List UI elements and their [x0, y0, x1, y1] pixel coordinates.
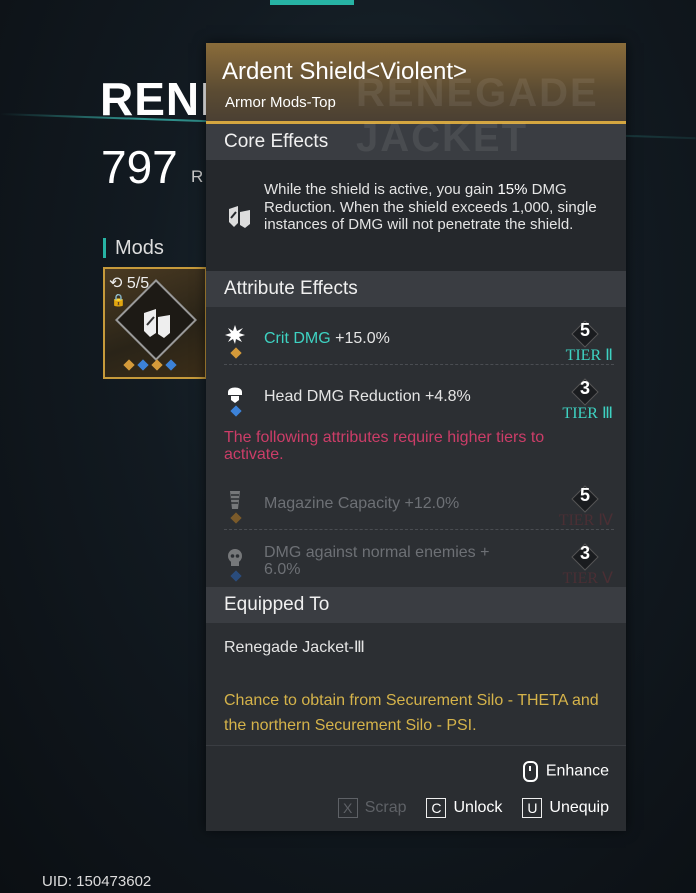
mouse-icon	[522, 761, 538, 782]
mods-section-label: Mods	[103, 238, 164, 258]
attribute-gem	[230, 347, 242, 359]
item-detail-panel: RENEGADE JACKET Ardent Shield<Violent> A…	[206, 43, 626, 831]
key-hint: C	[426, 798, 447, 818]
tier-label: TIER Ⅳ	[558, 512, 613, 529]
mod-gem-row	[123, 359, 177, 371]
tier-warning: The following attributes require higher …	[224, 429, 545, 463]
core-effects-body: While the shield is active, you gain 15%…	[206, 160, 626, 271]
tier-number: 5	[579, 320, 590, 340]
enhance-button[interactable]: Enhance	[522, 761, 609, 782]
tier-number: 3	[579, 543, 590, 563]
action-keys: X Scrap C Unlock U Unequip	[337, 798, 609, 818]
action-label: Unequip	[549, 799, 609, 816]
item-type: Armor Mods-Top	[225, 94, 336, 111]
uid-label: UID: 150473602	[42, 873, 152, 890]
active-attributes: Crit DMG +15.0% 5 TIER Ⅱ Head DMG Reduction…	[206, 307, 626, 422]
shield-icon	[144, 309, 170, 338]
attribute-gem	[230, 512, 242, 524]
shield-icon	[229, 206, 250, 228]
equipped-item: Renegade Jacket-Ⅲ	[224, 639, 365, 656]
gem-orange	[123, 359, 135, 371]
item-header: RENEGADE JACKET Ardent Shield<Violent> A…	[206, 43, 626, 160]
locked-attributes: Magazine Capacity +12.0% 5 TIER Ⅳ DMG again…	[206, 472, 626, 587]
attribute-text: Crit DMG +15.0%	[264, 330, 390, 347]
helmet-shield-icon	[228, 387, 242, 403]
attribute-text: DMG against normal enemies + 6.0%	[264, 544, 490, 578]
key-hint: U	[522, 798, 543, 818]
key-hint: X	[337, 798, 358, 818]
unequip-button[interactable]: U Unequip	[522, 798, 609, 818]
mod-slot-card[interactable]: ⟲ 5/5 🔒	[103, 267, 207, 379]
enemy-skull-icon	[228, 549, 242, 566]
tier-number: 5	[579, 485, 590, 505]
burst-icon	[225, 325, 245, 344]
unlock-button[interactable]: C Unlock	[426, 798, 502, 818]
equipped-to-heading: Equipped To	[206, 587, 626, 623]
action-footer: Enhance X Scrap C Unlock U Unequip	[206, 745, 626, 831]
attribute-gem	[230, 405, 242, 417]
attribute-row: Crit DMG +15.0% 5 TIER Ⅱ	[206, 307, 626, 364]
attribute-gem	[230, 570, 242, 582]
attribute-effects-heading: Attribute Effects	[206, 271, 626, 307]
scrap-button[interactable]: X Scrap	[337, 798, 407, 818]
lock-icon: 🔒	[111, 293, 126, 307]
action-label: Scrap	[364, 799, 407, 816]
background-score: 797	[101, 141, 178, 193]
source-text: Chance to obtain from Securement Silo - …	[224, 692, 599, 734]
tier-number: 3	[579, 378, 590, 398]
tier-label: TIER Ⅴ	[562, 570, 614, 587]
background-score-suffix: R	[191, 167, 204, 186]
top-tab-indicator	[270, 0, 354, 5]
gem-blue	[165, 359, 177, 371]
attribute-row: Head DMG Reduction +4.8% 3 TIER Ⅲ	[206, 365, 626, 422]
tier-label: TIER Ⅱ	[565, 347, 613, 364]
item-name: Ardent Shield<Violent>	[222, 58, 468, 85]
magazine-icon	[230, 491, 240, 509]
tier-label: TIER Ⅲ	[562, 405, 613, 422]
locked-attribute-row: DMG against normal enemies + 6.0% 3 TIER Ⅴ	[206, 530, 626, 587]
attribute-text: Magazine Capacity +12.0%	[264, 495, 460, 512]
gem-blue	[137, 359, 149, 371]
attribute-text: Head DMG Reduction +4.8%	[264, 388, 471, 405]
locked-attribute-row: Magazine Capacity +12.0% 5 TIER Ⅳ	[206, 472, 626, 529]
action-label: Unlock	[453, 799, 503, 816]
gem-orange	[151, 359, 163, 371]
core-effect-text: While the shield is active, you gain 15%…	[264, 181, 597, 233]
